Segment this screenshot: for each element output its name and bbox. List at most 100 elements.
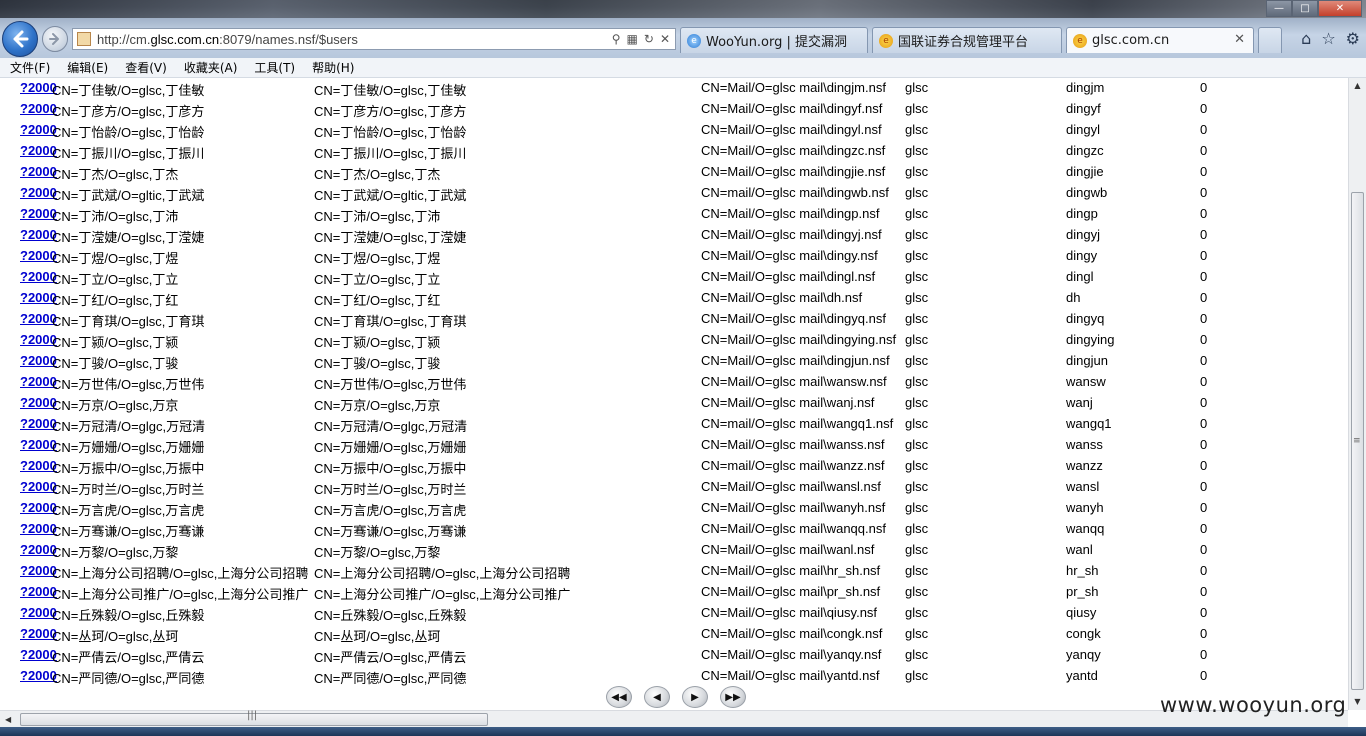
first-page-icon[interactable]: ◀◀ [606, 686, 632, 708]
cell-num: 0 [1200, 605, 1208, 620]
cell-num: 0 [1200, 164, 1208, 179]
cell-full: CN=上海分公司推广/O=glsc,上海分公司推广 [314, 587, 571, 602]
cell-mail: CN=Mail/O=glsc mail\yanqy.nsf [701, 647, 882, 662]
close-tab-icon[interactable]: ✕ [1234, 32, 1245, 47]
address-url[interactable]: http://cm.glsc.com.cn:8079/names.nsf/$us… [97, 32, 612, 47]
cell-mail: CN=Mail/O=glsc mail\wanss.nsf [701, 437, 885, 452]
forward-button[interactable] [42, 26, 68, 52]
cell-num: 0 [1200, 668, 1208, 683]
menu-file[interactable]: 文件(F) [10, 59, 50, 76]
table-row: ?2000 CN=万言虎/O=glsc,万言虎 CN=万言虎/O=glsc,万言虎 C… [0, 498, 1348, 519]
taskbar [0, 727, 1366, 736]
cell-org: glsc [905, 80, 929, 95]
cell-org: glsc [905, 374, 929, 389]
cell-short: hr_sh [1066, 563, 1099, 578]
menu-tools[interactable]: 工具(T) [254, 59, 295, 76]
search-icon[interactable]: ⚲ [612, 32, 621, 46]
cell-full: CN=丁杰/O=glsc,丁杰 [314, 167, 441, 182]
cell-mail: CN=Mail/O=glsc mail\dingjm.nsf [701, 80, 886, 95]
cell-name: CN=丁红/O=glsc,丁红 [52, 293, 179, 308]
cell-org: glsc [905, 227, 929, 242]
cell-short: wanqq [1066, 521, 1105, 536]
cell-short: wansl [1066, 479, 1100, 494]
cell-short: dingjun [1066, 353, 1108, 368]
cell-num: 0 [1200, 332, 1208, 347]
cell-num: 0 [1200, 185, 1208, 200]
back-arrow-icon [13, 30, 29, 48]
cell-name: CN=丛珂/O=glsc,丛珂 [52, 629, 179, 644]
scroll-down-arrow-icon[interactable]: ▼ [1349, 694, 1366, 710]
cell-name: CN=丁育琪/O=glsc,丁育琪 [52, 314, 205, 329]
cell-org: glsc [905, 332, 929, 347]
table-row: ?2000 CN=万黎/O=glsc,万黎 CN=万黎/O=glsc,万黎 CN=Ma… [0, 540, 1348, 561]
cell-name: CN=丁佳敏/O=glsc,丁佳敏 [52, 83, 205, 98]
table-row: ?2000 CN=万时兰/O=glsc,万时兰 CN=万时兰/O=glsc,万时兰 C… [0, 477, 1348, 498]
menu-help[interactable]: 帮助(H) [312, 59, 354, 76]
cell-org: glsc [905, 437, 929, 452]
cell-org: glsc [905, 584, 929, 599]
home-icon[interactable]: ⌂ [1301, 29, 1311, 48]
tab-glsc[interactable]: e glsc.com.cn ✕ [1066, 27, 1254, 53]
cell-full: CN=严同德/O=glsc,严同德 [314, 671, 467, 686]
forward-arrow-icon [49, 33, 59, 45]
cell-num: 0 [1200, 143, 1208, 158]
horizontal-scrollbar[interactable]: ◀ ||| [0, 710, 1348, 727]
compat-view-icon[interactable]: ▦ [627, 32, 638, 46]
next-page-icon[interactable]: ▶ [682, 686, 708, 708]
stop-icon[interactable]: ✕ [660, 32, 670, 46]
scroll-left-arrow-icon[interactable]: ◀ [5, 711, 11, 728]
tab-compliance[interactable]: e 国联证券合规管理平台 [872, 27, 1062, 53]
cell-num: 0 [1200, 626, 1208, 641]
minimize-button[interactable]: — [1266, 0, 1292, 17]
cell-org: glsc [905, 101, 929, 116]
cell-full: CN=丁颍/O=glsc,丁颍 [314, 335, 441, 350]
last-page-icon[interactable]: ▶▶ [720, 686, 746, 708]
new-tab-button[interactable] [1258, 27, 1282, 53]
cell-num: 0 [1200, 269, 1208, 284]
cell-org: glsc [905, 458, 929, 473]
menu-edit[interactable]: 编辑(E) [67, 59, 108, 76]
cell-org: glsc [905, 479, 929, 494]
table-row: ?2000 CN=丁滢婕/O=glsc,丁滢婕 CN=丁滢婕/O=glsc,丁滢婕 C… [0, 225, 1348, 246]
prev-page-icon[interactable]: ◀ [644, 686, 670, 708]
cell-num: 0 [1200, 353, 1208, 368]
cell-name: CN=上海分公司推广/O=glsc,上海分公司推广 [52, 587, 309, 602]
cell-name: CN=丁怡龄/O=glsc,丁怡龄 [52, 125, 205, 140]
cell-full: CN=丁红/O=glsc,丁红 [314, 293, 441, 308]
table-row: ?2000 CN=万世伟/O=glsc,万世伟 CN=万世伟/O=glsc,万世伟 C… [0, 372, 1348, 393]
cell-org: glsc [905, 563, 929, 578]
cell-short: wansw [1066, 374, 1106, 389]
cell-mail: CN=Mail/O=glsc mail\dingjie.nsf [701, 164, 886, 179]
table-row: ?2000 CN=丁红/O=glsc,丁红 CN=丁红/O=glsc,丁红 CN=Ma… [0, 288, 1348, 309]
close-window-button[interactable]: ✕ [1318, 0, 1362, 17]
cell-num: 0 [1200, 542, 1208, 557]
cell-org: glsc [905, 290, 929, 305]
cell-name: CN=万世伟/O=glsc,万世伟 [52, 377, 205, 392]
cell-mail: CN=Mail/O=glsc mail\dingp.nsf [701, 206, 880, 221]
refresh-icon[interactable]: ↻ [644, 32, 654, 46]
cell-num: 0 [1200, 458, 1208, 473]
cell-full: CN=万振中/O=glsc,万振中 [314, 461, 467, 476]
scroll-up-arrow-icon[interactable]: ▲ [1349, 78, 1366, 94]
maximize-button[interactable]: □ [1292, 0, 1318, 17]
address-bar[interactable]: http://cm.glsc.com.cn:8079/names.nsf/$us… [72, 28, 676, 50]
cell-name: CN=万黎/O=glsc,万黎 [52, 545, 179, 560]
cell-short: yantd [1066, 668, 1098, 683]
cell-name: CN=万姗姗/O=glsc,万姗姗 [52, 440, 205, 455]
vertical-scrollbar[interactable]: ▲ ≡ ▼ [1348, 78, 1366, 710]
menu-view[interactable]: 查看(V) [125, 59, 167, 76]
favorites-star-icon[interactable]: ☆ [1321, 29, 1335, 48]
cell-name: CN=丁杰/O=glsc,丁杰 [52, 167, 179, 182]
page-icon [77, 32, 91, 46]
cell-short: dingp [1066, 206, 1098, 221]
tab-wooyun[interactable]: e WooYun.org | 提交漏洞 [680, 27, 868, 53]
menu-favorites[interactable]: 收藏夹(A) [184, 59, 238, 76]
cell-short: wanzz [1066, 458, 1103, 473]
cell-short: dingl [1066, 269, 1094, 284]
menu-bar: 文件(F) 编辑(E) 查看(V) 收藏夹(A) 工具(T) 帮助(H) [0, 58, 1366, 78]
cell-org: glsc [905, 206, 929, 221]
back-button[interactable] [2, 21, 38, 57]
cell-full: CN=丁育琪/O=glsc,丁育琪 [314, 314, 467, 329]
gear-icon[interactable]: ⚙ [1346, 29, 1360, 48]
table-row: ?2000 CN=严倩云/O=glsc,严倩云 CN=严倩云/O=glsc,严倩云 C… [0, 645, 1348, 666]
